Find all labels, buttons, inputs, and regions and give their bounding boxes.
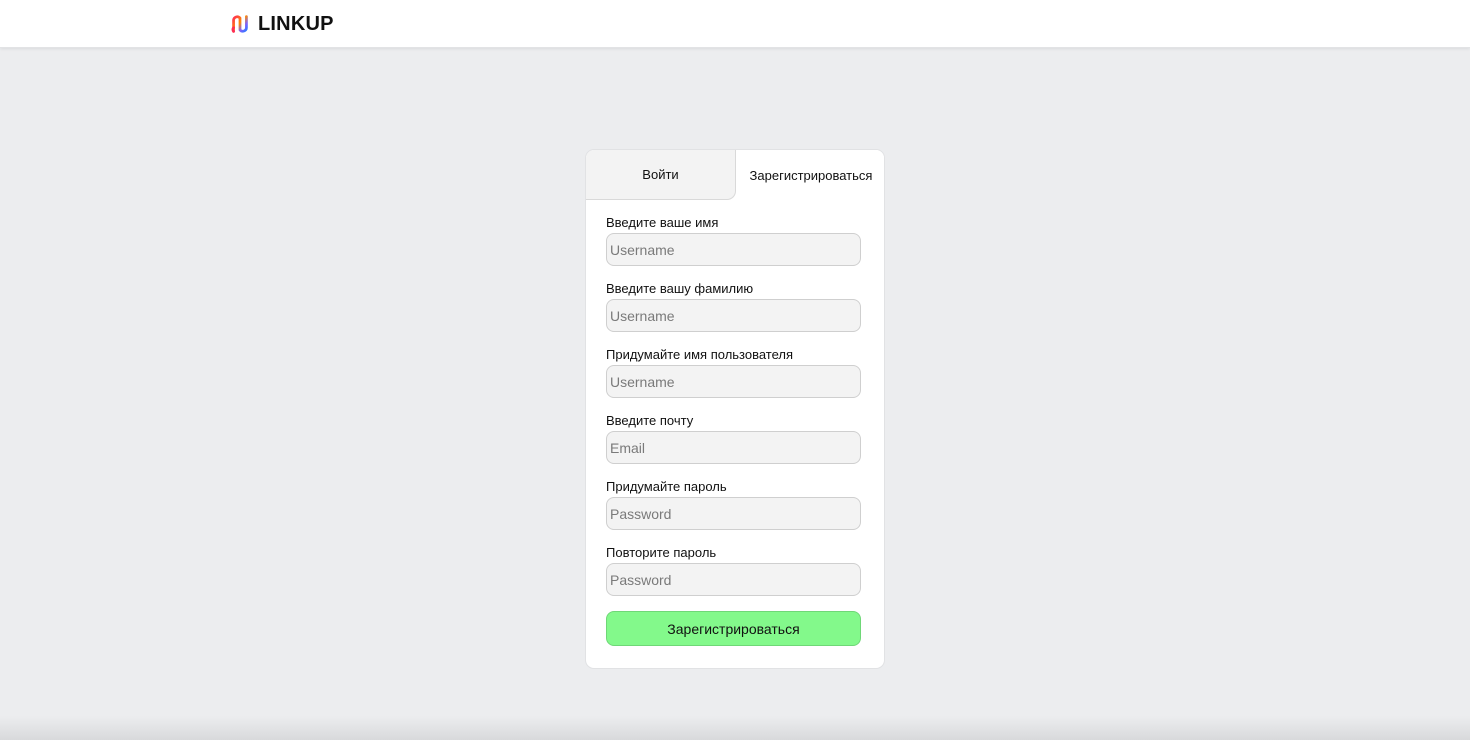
top-bar: LINKUP [0, 0, 1470, 48]
tab-login[interactable]: Войти [586, 150, 736, 200]
tab-register[interactable]: Зарегистрироваться [736, 150, 884, 200]
linkup-logo-icon [229, 13, 251, 35]
email-field: Введите почту [606, 412, 861, 478]
first-name-field: Введите ваше имя [606, 214, 861, 280]
bottom-shadow [0, 716, 1470, 740]
password-field: Придумайте пароль [606, 478, 861, 544]
confirm-password-label: Повторите пароль [606, 545, 717, 560]
brand[interactable]: LINKUP [229, 12, 334, 36]
password-input[interactable] [606, 497, 861, 530]
confirm-password-input[interactable] [606, 563, 861, 596]
brand-name: LINKUP [258, 12, 334, 35]
confirm-password-field: Повторите пароль [606, 544, 861, 610]
last-name-input[interactable] [606, 299, 861, 332]
username-input[interactable] [606, 365, 861, 398]
registration-form: Введите ваше имя Введите вашу фамилию Пр… [606, 214, 861, 610]
username-field: Придумайте имя пользователя [606, 346, 861, 412]
first-name-label: Введите ваше имя [606, 215, 719, 230]
last-name-field: Введите вашу фамилию [606, 280, 861, 346]
username-label: Придумайте имя пользователя [606, 347, 794, 362]
password-label: Придумайте пароль [606, 479, 727, 494]
email-input[interactable] [606, 431, 861, 464]
first-name-input[interactable] [606, 233, 861, 266]
auth-card: Войти Зарегистрироваться Введите ваше им… [585, 149, 885, 669]
email-label: Введите почту [606, 413, 694, 428]
last-name-label: Введите вашу фамилию [606, 281, 754, 296]
register-button[interactable]: Зарегистрироваться [606, 611, 861, 646]
auth-tabs: Войти Зарегистрироваться [586, 150, 884, 200]
